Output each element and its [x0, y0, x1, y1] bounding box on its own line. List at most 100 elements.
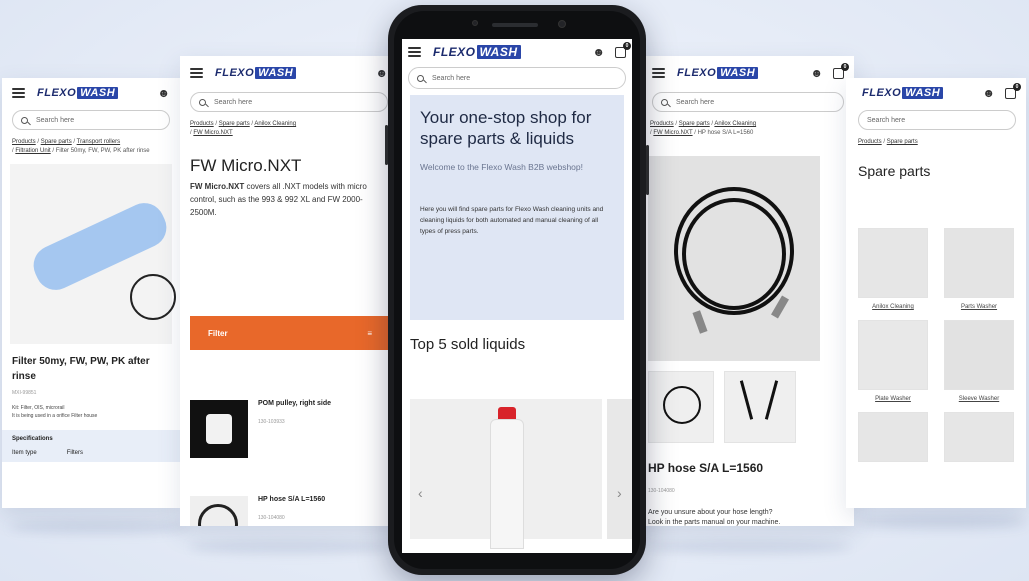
breadcrumb: Products / Spare parts / Anilox Cleaning…: [650, 121, 757, 136]
breadcrumb-link[interactable]: Anilox Cleaning: [714, 121, 756, 127]
breadcrumb-link[interactable]: FW Micro.NXT: [653, 130, 692, 136]
screen-product-hose: FLEXO WASH ☻ 0 Search here Products / Spar…: [636, 56, 854, 526]
menu-icon[interactable]: [190, 68, 203, 78]
filter-icon: ≡: [367, 328, 372, 338]
product-sku: MXI-99851: [12, 390, 37, 396]
product-thumbnail[interactable]: [724, 371, 796, 443]
category-card[interactable]: Plate Washer: [858, 320, 928, 402]
bottle-image: [490, 419, 524, 549]
volume-button: [385, 125, 388, 165]
list-item[interactable]: POM pulley, right side 130-103933: [190, 400, 390, 458]
breadcrumb-link[interactable]: Spare parts: [887, 139, 918, 145]
breadcrumb-link[interactable]: Spare parts: [679, 121, 710, 127]
page-title: Spare parts: [858, 163, 931, 179]
logo[interactable]: FLEXO WASH: [215, 67, 297, 79]
filter-button[interactable]: Filter ≡: [190, 316, 390, 350]
category-card[interactable]: Sleeve Washer: [944, 320, 1014, 402]
speaker: [492, 23, 538, 27]
product-title: HP hose S/A L=1560: [648, 461, 764, 475]
header: FLEXO WASH ☻: [2, 78, 180, 108]
product-card[interactable]: ‹: [410, 399, 602, 549]
category-card[interactable]: [858, 412, 928, 462]
breadcrumb-link[interactable]: Products: [190, 121, 214, 127]
user-icon[interactable]: ☻: [375, 66, 388, 80]
search-input[interactable]: Search here: [190, 92, 388, 112]
logo[interactable]: FLEXO WASH: [433, 45, 521, 59]
header: FLEXO WASH ☻ 0: [636, 56, 854, 90]
product-image: [10, 164, 176, 344]
phone-device: FLEXO WASH ☻ 0 Search here Your one-stop s…: [385, 5, 649, 575]
cart-icon[interactable]: 0: [615, 41, 631, 58]
breadcrumb: Products / Spare parts: [858, 139, 918, 145]
screen-category-micro-nxt: FLEXO WASH ☻ Search here Products / Spare…: [180, 56, 398, 526]
breadcrumb-link[interactable]: FW Micro.NXT: [193, 130, 232, 136]
logo[interactable]: FLEXO WASH: [862, 87, 944, 99]
breadcrumb-link[interactable]: Products: [650, 121, 674, 127]
hero-welcome: Welcome to the Flexo Wash B2B webshop!: [420, 162, 583, 172]
hero-text: Here you will find spare parts for Flexo…: [420, 206, 604, 235]
user-icon[interactable]: ☻: [810, 66, 823, 80]
screen-product-filter: FLEXO WASH ☻ Search here Products / Spare…: [2, 78, 180, 508]
cart-icon[interactable]: 0: [1005, 82, 1021, 99]
category-description: FW Micro.NXT covers all .NXT models with…: [190, 182, 367, 217]
page-title: FW Micro.NXT: [190, 156, 302, 175]
breadcrumb-link[interactable]: Products: [858, 139, 882, 145]
screen-spare-parts: FLEXO WASH ☻ 0 Search here Products / Spar…: [846, 78, 1026, 508]
breadcrumb: Products / Spare parts / Anilox Cleaning…: [190, 121, 297, 136]
menu-icon[interactable]: [652, 68, 665, 78]
section-title: Top 5 sold liquids: [410, 336, 526, 353]
logo[interactable]: FLEXO WASH: [37, 87, 119, 99]
breadcrumb-link[interactable]: Anilox Cleaning: [254, 121, 296, 127]
hero-banner: Your one-stop shop for spare parts & liq…: [410, 95, 624, 320]
carousel-next-arrow[interactable]: ›: [617, 485, 622, 501]
search-icon: [199, 98, 206, 106]
product-thumbnail: [190, 400, 248, 458]
product-thumbnail: [190, 496, 248, 526]
shadow: [190, 540, 390, 554]
product-description: Kit: Filter, OIS, microrail It is being …: [12, 405, 98, 419]
header: FLEXO WASH ☻ 0: [846, 78, 1026, 108]
header: FLEXO WASH ☻ 0: [402, 39, 632, 65]
breadcrumb-link[interactable]: Products: [12, 139, 36, 145]
product-thumbnail[interactable]: [648, 371, 714, 443]
camera: [558, 20, 566, 28]
user-icon[interactable]: ☻: [157, 86, 170, 100]
breadcrumb-link[interactable]: Filtration Unit: [15, 148, 50, 154]
search-input[interactable]: Search here: [408, 67, 626, 89]
phone-screen: FLEXO WASH ☻ 0 Search here Your one-stop s…: [402, 39, 632, 553]
search-input[interactable]: Search here: [12, 110, 170, 130]
search-icon: [21, 116, 28, 124]
list-item[interactable]: HP hose S/A L=1560 130-104080: [190, 496, 390, 526]
breadcrumb-link[interactable]: Transport rollers: [77, 139, 120, 145]
product-title: Filter 50my, FW, PW, PK after rinse: [12, 356, 150, 382]
menu-icon[interactable]: [12, 88, 25, 98]
power-button: [646, 145, 649, 195]
menu-icon[interactable]: [408, 47, 421, 57]
search-icon: [417, 74, 424, 82]
product-card[interactable]: ›: [607, 399, 632, 539]
shadow: [10, 520, 190, 534]
category-card[interactable]: Anilox Cleaning: [858, 228, 928, 310]
specifications: Specifications Item type Filters: [2, 430, 180, 462]
logo[interactable]: FLEXO WASH: [677, 67, 759, 79]
user-icon[interactable]: ☻: [982, 86, 995, 100]
breadcrumb-link[interactable]: Spare parts: [219, 121, 250, 127]
hose-length-note: Are you unsure about your hose length? Lo…: [648, 509, 781, 526]
shadow: [860, 515, 1025, 529]
search-input[interactable]: Search here: [652, 92, 844, 112]
sensor: [472, 20, 478, 26]
cart-icon[interactable]: 0: [833, 62, 849, 79]
category-grid: Anilox Cleaning Parts Washer Plate Washe…: [858, 228, 1018, 462]
header: FLEXO WASH ☻: [180, 56, 398, 90]
category-card[interactable]: [944, 412, 1014, 462]
search-input[interactable]: Search here: [858, 110, 1016, 130]
hero-title: Your one-stop shop for spare parts & liq…: [420, 108, 592, 148]
search-icon: [661, 98, 668, 106]
category-card[interactable]: Parts Washer: [944, 228, 1014, 310]
carousel-prev-arrow[interactable]: ‹: [418, 485, 423, 501]
product-image: [648, 156, 820, 361]
user-icon[interactable]: ☻: [592, 45, 605, 59]
product-sku: 130-104080: [648, 488, 675, 494]
shadow: [650, 540, 850, 554]
breadcrumb-link[interactable]: Spare parts: [41, 139, 72, 145]
